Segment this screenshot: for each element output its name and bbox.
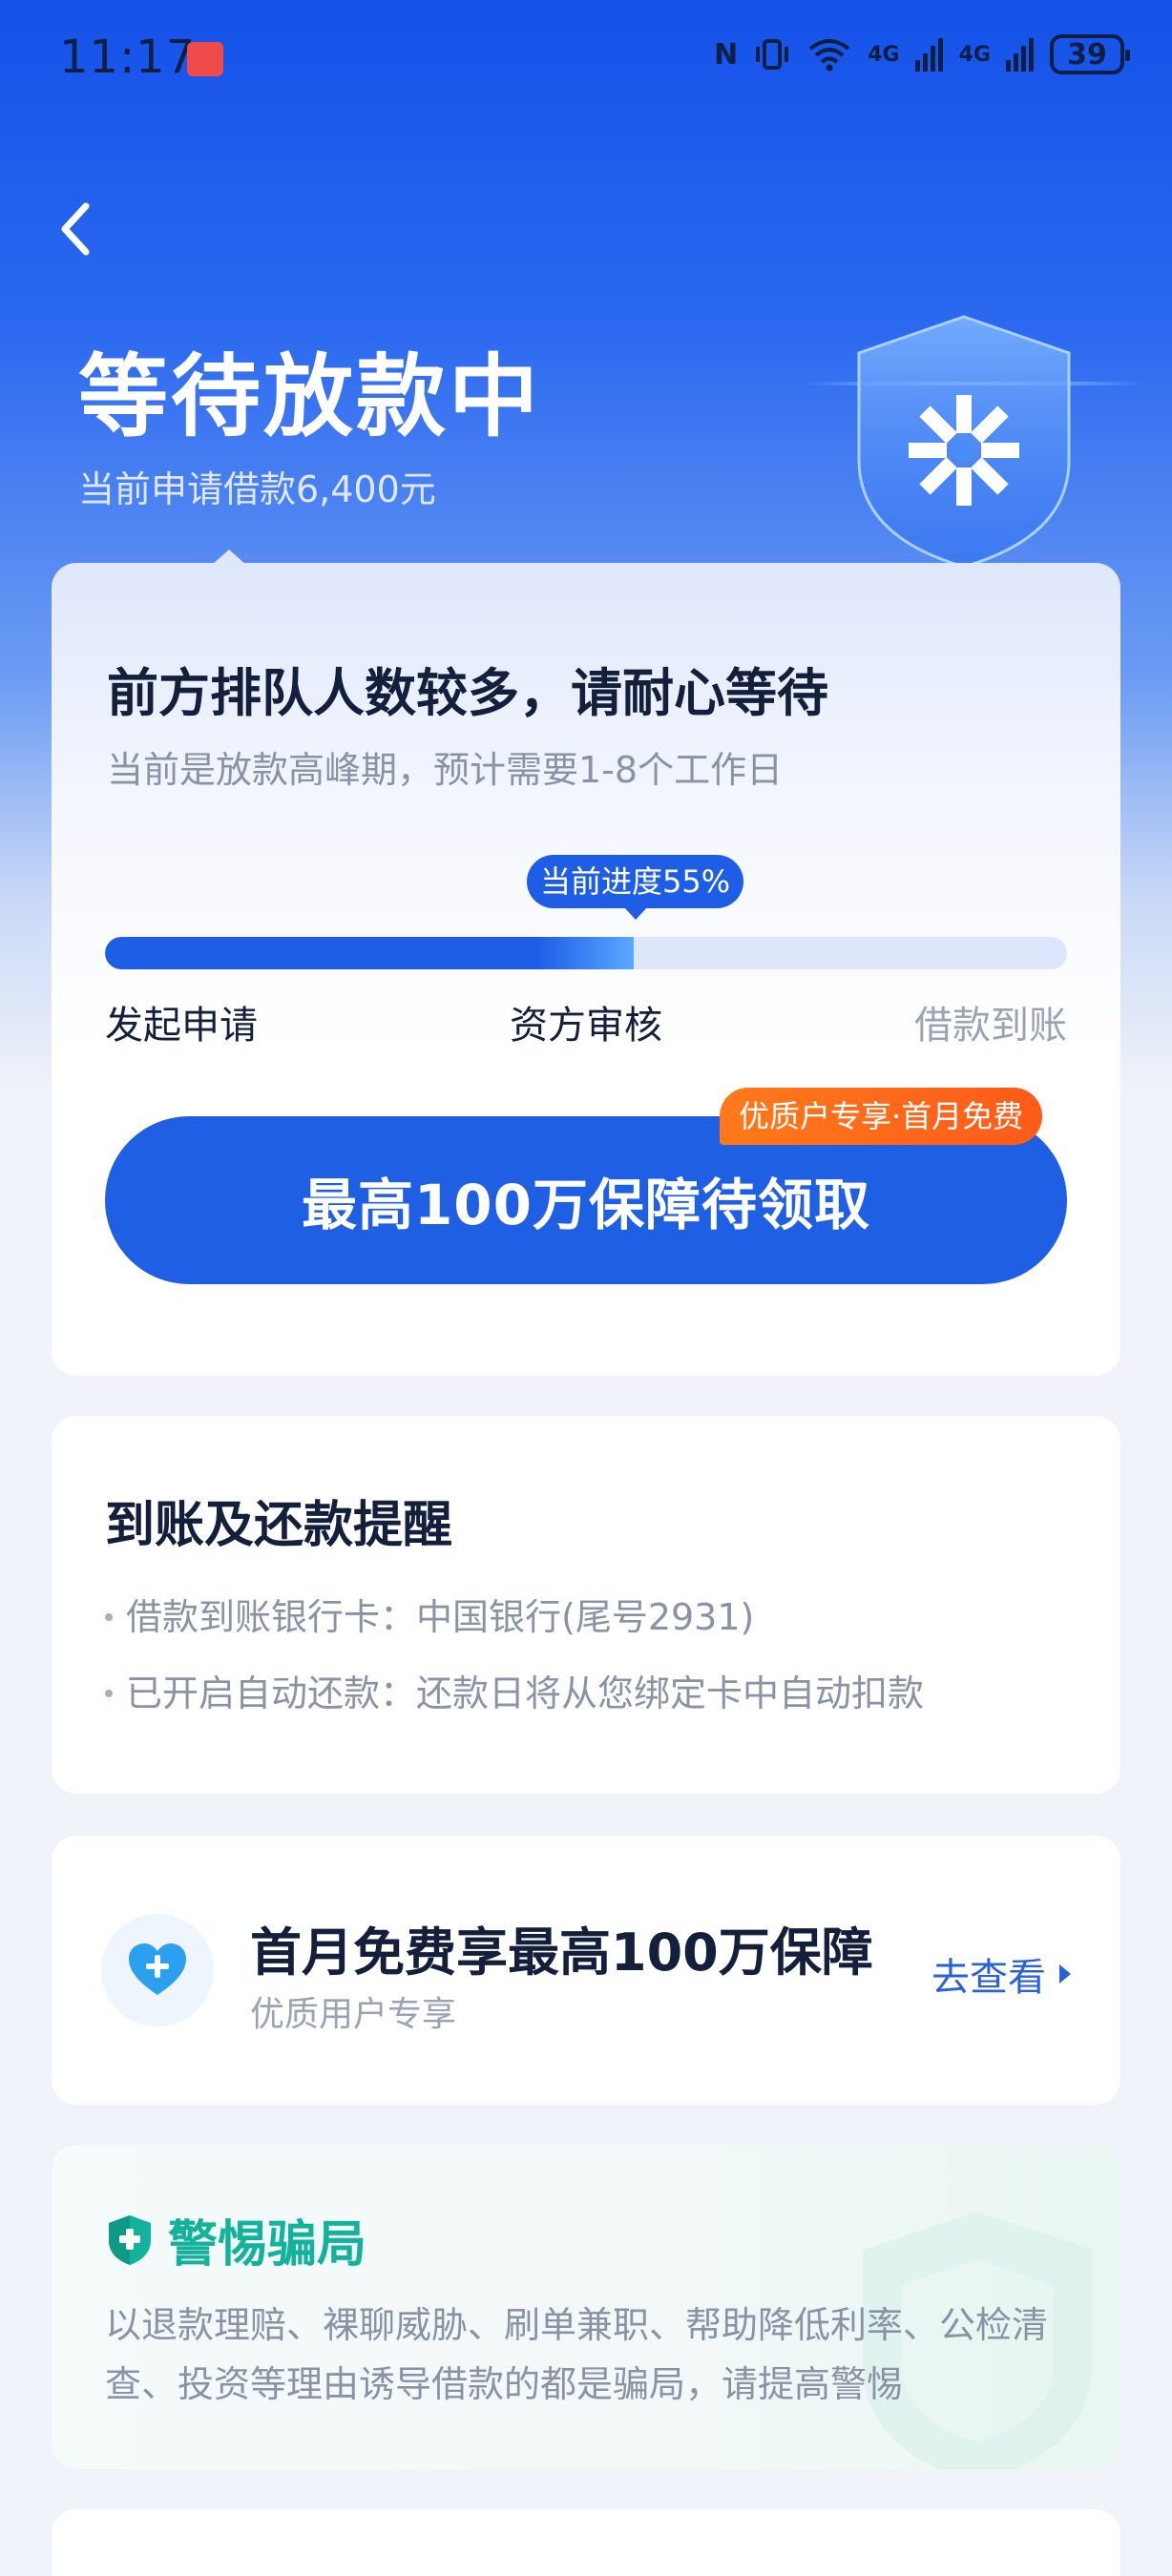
- signal-bars-icon-1: [914, 38, 943, 72]
- wifi-icon: [809, 39, 850, 72]
- status-time: 11:17: [59, 31, 197, 84]
- reminder-line-text: 借款到账银行卡：中国银行(尾号2931): [126, 1596, 755, 1638]
- loan-progress-card: 前方排队人数较多，请耐心等待 当前是放款高峰期，预计需要1-8个工作日 当前进度…: [52, 550, 1120, 1376]
- heart-plus-icon: [129, 1943, 186, 1995]
- reminder-title: 到账及还款提醒: [105, 1497, 453, 1554]
- caret-right-icon: [1059, 1964, 1071, 1984]
- reminder-line-text: 已开启自动还款：还款日将从您绑定卡中自动扣款: [126, 1672, 925, 1714]
- progress-tooltip: 当前进度55%: [527, 855, 744, 920]
- fraud-title: 警惕骗局: [168, 2216, 367, 2274]
- progress-bar-fill: [105, 937, 635, 969]
- status-icons: N 4G 4G 39: [714, 34, 1130, 74]
- fraud-warning-text: 以退款理赔、裸聊威胁、刷单兼职、帮助降低利率、公检清查、投资等理由诱导借款的都是…: [105, 2304, 1049, 2405]
- card-notch: [212, 550, 246, 565]
- fraud-header: 警惕骗局: [105, 2204, 366, 2275]
- progress-steps: 发起申请 资方审核 借款到账: [105, 994, 1067, 1051]
- premium-badge: 优质户专享·首月免费: [720, 1088, 1043, 1145]
- signal-4g-label-1: 4G: [868, 42, 900, 67]
- nfc-icon: N: [714, 37, 739, 72]
- progress-bar: [105, 937, 1067, 969]
- chevron-left-icon: [61, 202, 90, 256]
- back-button[interactable]: [48, 191, 105, 267]
- page-title: 等待放款中: [78, 345, 542, 449]
- repayment-reminder-card: 到账及还款提醒 借款到账银行卡：中国银行(尾号2931) 已开启自动还款：还款日…: [52, 1416, 1120, 1794]
- reminder-auto-repay: 已开启自动还款：还款日将从您绑定卡中自动扣款: [105, 1664, 924, 1716]
- reminder-bank-card: 借款到账银行卡：中国银行(尾号2931): [105, 1588, 754, 1640]
- queue-description: 当前是放款高峰期，预计需要1-8个工作日: [107, 749, 784, 791]
- step-disbursed: 借款到账: [914, 1004, 1067, 1048]
- bullet-dot: [105, 1689, 113, 1697]
- shield-logo-icon: [857, 315, 1071, 569]
- next-card: [52, 2509, 1120, 2576]
- view-insurance-link[interactable]: 去查看: [931, 1946, 1071, 2002]
- vibrate-icon: [756, 39, 789, 70]
- bullet-dot: [105, 1612, 113, 1621]
- battery-indicator: 39: [1050, 34, 1130, 74]
- insurance-icon-wrap: [101, 1914, 214, 2026]
- shield-check-icon: [109, 2214, 151, 2265]
- view-insurance-label: 去查看: [931, 1956, 1046, 2000]
- app-notification-icon: [187, 42, 223, 76]
- queue-title: 前方排队人数较多，请耐心等待: [107, 663, 828, 723]
- signal-4g-label-2: 4G: [958, 42, 991, 67]
- insurance-title: 首月免费享最高100万保障: [250, 1922, 873, 1983]
- insurance-subtitle: 优质用户专享: [250, 1995, 457, 2034]
- signal-bars-icon-2: [1006, 38, 1034, 72]
- status-bar: 11:17 N 4G 4G 39: [0, 0, 1172, 114]
- loan-amount-subtitle: 当前申请借款6,400元: [78, 468, 436, 510]
- fraud-warning-card: 警惕骗局 以退款理赔、裸聊威胁、刷单兼职、帮助降低利率、公检清查、投资等理由诱导…: [52, 2145, 1120, 2469]
- insurance-promo-card[interactable]: 首月免费享最高100万保障 优质用户专享 去查看: [52, 1836, 1120, 2105]
